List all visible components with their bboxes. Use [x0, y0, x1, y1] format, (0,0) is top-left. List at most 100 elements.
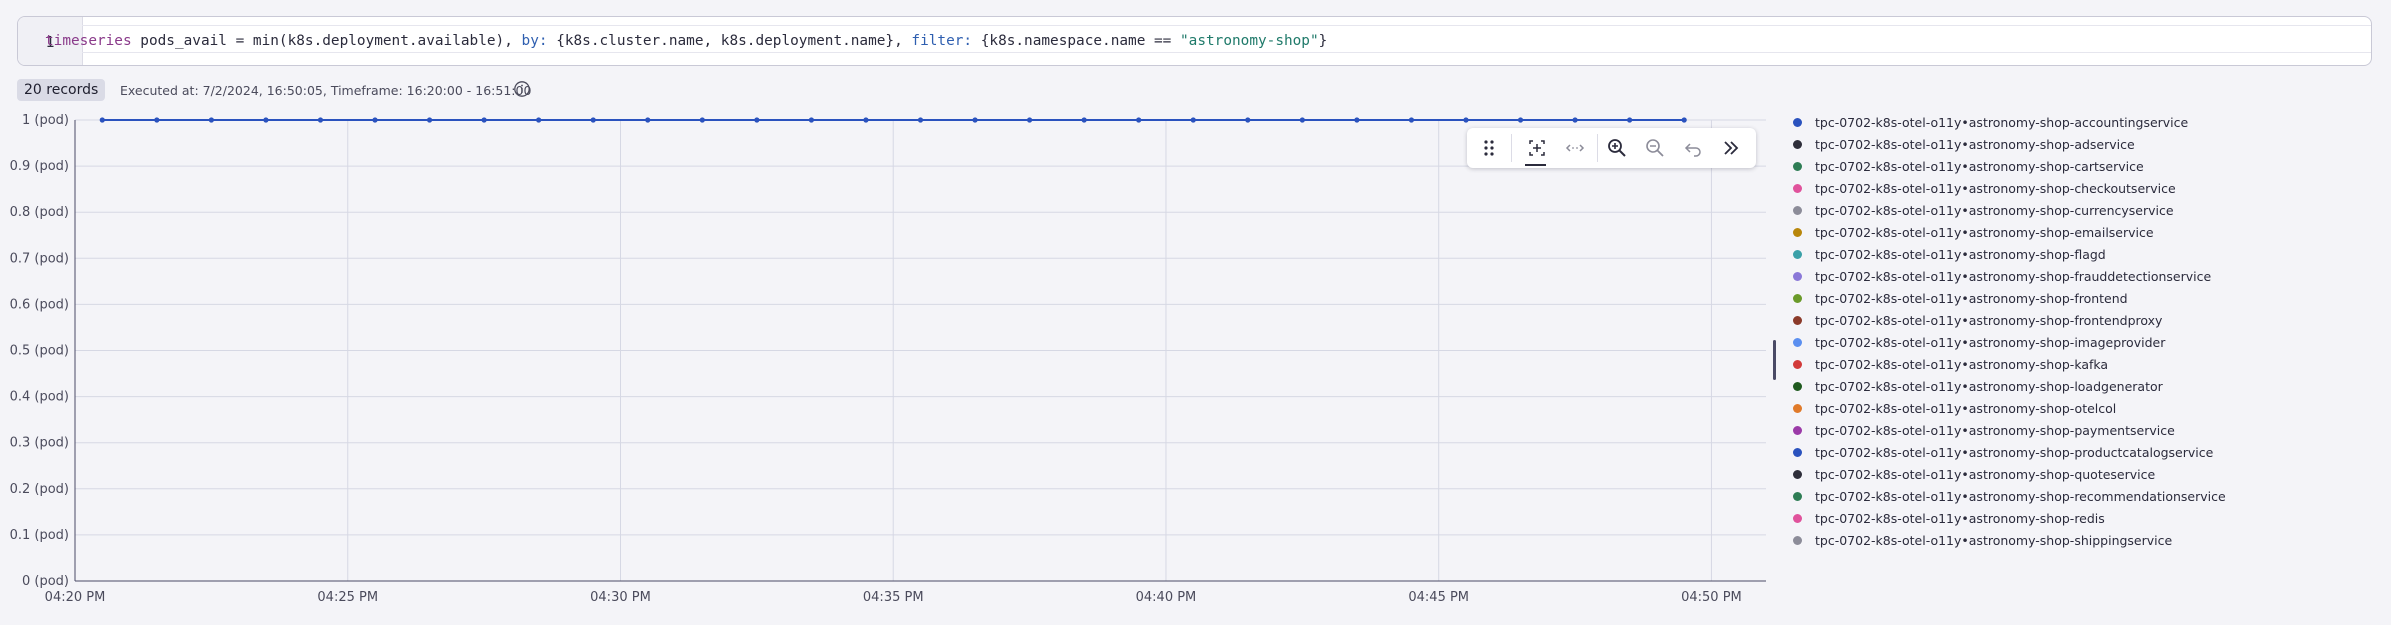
legend-item[interactable]: tpc-0702-k8s-otel-o11y•astronomy-shop-ca…	[1793, 156, 2144, 176]
data-point	[481, 117, 487, 123]
data-point	[1572, 117, 1578, 123]
legend-item[interactable]: tpc-0702-k8s-otel-o11y•astronomy-shop-sh…	[1793, 530, 2172, 550]
data-point	[754, 117, 760, 123]
y-tick-label: 0.1 (pod)	[10, 528, 69, 543]
data-point	[317, 117, 324, 123]
legend-item[interactable]: tpc-0702-k8s-otel-o11y•astronomy-shop-ot…	[1793, 398, 2116, 418]
legend-label: tpc-0702-k8s-otel-o11y•astronomy-shop-re…	[1815, 510, 2105, 526]
legend-item[interactable]: tpc-0702-k8s-otel-o11y•astronomy-shop-pa…	[1793, 420, 2175, 440]
y-tick-label: 0.4 (pod)	[10, 390, 69, 405]
collapse-icon[interactable]	[1719, 136, 1743, 160]
legend-color-dot	[1793, 337, 1802, 347]
y-axis: 0 (pod) 0.1 (pod) 0.2 (pod) 0.3 (pod) 0.4 (p…	[10, 113, 76, 589]
legend-item[interactable]: tpc-0702-k8s-otel-o11y•astronomy-shop-qu…	[1793, 464, 2155, 484]
legend-item[interactable]: tpc-0702-k8s-otel-o11y•astronomy-shop-re…	[1793, 508, 2105, 528]
data-point	[1681, 117, 1687, 123]
legend-color-dot	[1793, 403, 1802, 413]
legend-label: tpc-0702-k8s-otel-o11y•astronomy-shop-ca…	[1815, 158, 2144, 174]
data-point	[1136, 117, 1142, 123]
legend-label: tpc-0702-k8s-otel-o11y•astronomy-shop-fl…	[1815, 246, 2106, 262]
data-point	[1245, 117, 1251, 123]
y-tick-label: 1 (pod)	[22, 113, 69, 128]
data-point	[1627, 117, 1633, 123]
data-point	[1190, 117, 1196, 123]
y-tick-label: 0.5 (pod)	[10, 344, 69, 359]
legend-item[interactable]: tpc-0702-k8s-otel-o11y•astronomy-shop-fr…	[1793, 310, 2162, 330]
legend-label: tpc-0702-k8s-otel-o11y•astronomy-shop-sh…	[1815, 532, 2173, 548]
legend-color-dot	[1793, 535, 1802, 545]
drag-handle-icon[interactable]	[1477, 136, 1501, 160]
data-point	[1463, 117, 1469, 123]
data-point	[263, 117, 269, 123]
legend-label: tpc-0702-k8s-otel-o11y•astronomy-shop-fr…	[1815, 290, 2128, 306]
data-point	[808, 117, 815, 123]
legend-item[interactable]: tpc-0702-k8s-otel-o11y•astronomy-shop-re…	[1793, 486, 2226, 506]
legend-item[interactable]: tpc-0702-k8s-otel-o11y•astronomy-shop-pr…	[1793, 442, 2213, 462]
data-point	[208, 117, 214, 123]
legend-color-dot	[1793, 205, 1802, 215]
legend-label: tpc-0702-k8s-otel-o11y•astronomy-shop-em…	[1815, 224, 2154, 240]
legend-label: tpc-0702-k8s-otel-o11y•astronomy-shop-ad…	[1815, 136, 2135, 152]
data-point	[426, 117, 433, 123]
y-tick-label: 0.7 (pod)	[10, 251, 69, 266]
legend-color-dot	[1793, 117, 1802, 127]
legend-label: tpc-0702-k8s-otel-o11y•astronomy-shop-ot…	[1815, 400, 2117, 416]
legend-label: tpc-0702-k8s-otel-o11y•astronomy-shop-re…	[1815, 488, 2226, 504]
toolbar-separator	[1511, 134, 1512, 162]
x-tick-label: 04:50 PM	[1681, 590, 1742, 605]
legend-color-dot	[1793, 271, 1802, 281]
legend-color-dot	[1793, 227, 1802, 237]
data-point	[1026, 117, 1033, 123]
data-point	[372, 117, 378, 123]
legend-item[interactable]: tpc-0702-k8s-otel-o11y•astronomy-shop-fr…	[1793, 266, 2211, 286]
legend-item[interactable]: tpc-0702-k8s-otel-o11y•astronomy-shop-cu…	[1793, 200, 2174, 220]
legend-item[interactable]: tpc-0702-k8s-otel-o11y•astronomy-shop-fr…	[1793, 288, 2128, 308]
legend-color-dot	[1793, 139, 1802, 149]
data-point	[536, 117, 542, 123]
legend-item[interactable]: tpc-0702-k8s-otel-o11y•astronomy-shop-ch…	[1793, 178, 2176, 198]
legend-color-dot	[1793, 491, 1802, 501]
zoom-in-icon[interactable]	[1605, 136, 1629, 160]
legend-item[interactable]: tpc-0702-k8s-otel-o11y•astronomy-shop-ka…	[1793, 354, 2108, 374]
legend-item[interactable]: tpc-0702-k8s-otel-o11y•astronomy-shop-ac…	[1793, 112, 2188, 132]
data-point	[645, 117, 651, 123]
x-tick-label: 04:30 PM	[590, 590, 651, 605]
legend-item[interactable]: tpc-0702-k8s-otel-o11y•astronomy-shop-ad…	[1793, 134, 2135, 154]
undo-icon[interactable]	[1681, 136, 1705, 160]
data-point	[1354, 117, 1360, 123]
legend-resize-handle[interactable]	[1773, 340, 1776, 380]
toolbar-separator	[1597, 134, 1598, 162]
zoom-out-icon[interactable]	[1643, 136, 1667, 160]
pan-icon[interactable]	[1563, 136, 1587, 160]
data-point	[1408, 117, 1415, 123]
legend-label: tpc-0702-k8s-otel-o11y•astronomy-shop-pr…	[1815, 444, 2214, 460]
legend-label: tpc-0702-k8s-otel-o11y•astronomy-shop-fr…	[1815, 268, 2212, 284]
legend-color-dot	[1793, 425, 1802, 435]
legend-color-dot	[1793, 161, 1802, 171]
legend-label: tpc-0702-k8s-otel-o11y•astronomy-shop-ac…	[1815, 114, 2189, 130]
data-point	[1081, 117, 1087, 123]
legend-color-dot	[1793, 469, 1802, 479]
legend-item[interactable]: tpc-0702-k8s-otel-o11y•astronomy-shop-lo…	[1793, 376, 2163, 396]
legend-color-dot	[1793, 183, 1802, 193]
y-tick-label: 0.2 (pod)	[10, 482, 69, 497]
legend-label: tpc-0702-k8s-otel-o11y•astronomy-shop-ch…	[1815, 180, 2176, 196]
x-tick-label: 04:25 PM	[317, 590, 378, 605]
legend-color-dot	[1793, 293, 1802, 303]
y-tick-label: 0 (pod)	[22, 574, 69, 589]
chart-grid	[75, 119, 1766, 581]
data-point	[154, 117, 160, 123]
legend-item[interactable]: tpc-0702-k8s-otel-o11y•astronomy-shop-em…	[1793, 222, 2154, 242]
y-tick-label: 0.3 (pod)	[10, 436, 69, 451]
select-zoom-icon[interactable]	[1525, 136, 1549, 160]
legend-label: tpc-0702-k8s-otel-o11y•astronomy-shop-lo…	[1815, 378, 2163, 394]
data-point	[99, 117, 105, 123]
chart-toolbar	[1467, 128, 1756, 168]
data-point	[1299, 117, 1305, 123]
x-tick-label: 04:20 PM	[45, 590, 106, 605]
legend-item[interactable]: tpc-0702-k8s-otel-o11y•astronomy-shop-im…	[1793, 332, 2165, 352]
legend-item[interactable]: tpc-0702-k8s-otel-o11y•astronomy-shop-fl…	[1793, 244, 2106, 264]
legend-label: tpc-0702-k8s-otel-o11y•astronomy-shop-pa…	[1815, 422, 2175, 438]
data-point	[972, 117, 978, 123]
y-tick-label: 0.6 (pod)	[10, 297, 69, 312]
